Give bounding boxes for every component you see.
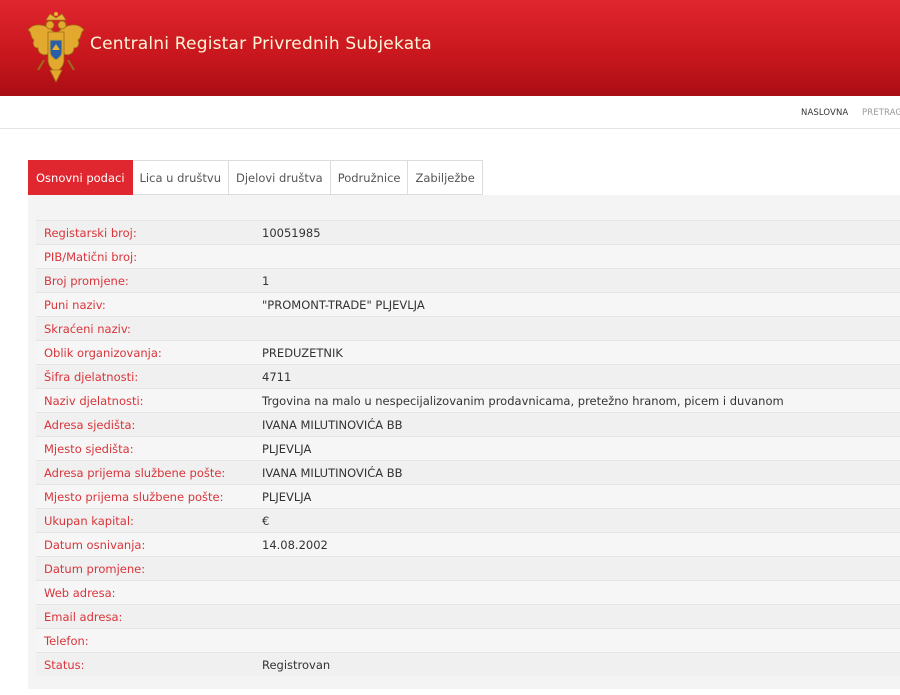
site-title[interactable]: Centralni Registar Privrednih Subjekata: [90, 34, 432, 54]
detail-label: Telefon:: [44, 633, 89, 648]
detail-row-puni-naziv: Puni naziv: "PROMONT-TRADE" PLJEVLJA: [36, 292, 900, 316]
tab-bar: Osnovni podaci Lica u društvu Djelovi dr…: [28, 160, 483, 195]
detail-value: PLJEVLJA: [262, 489, 312, 504]
detail-row-datum-promjene: Datum promjene:: [36, 556, 900, 580]
details-panel: Registarski broj: 10051985 PIB/Matični br…: [28, 195, 900, 689]
detail-label: Status:: [44, 657, 85, 672]
detail-row-pib: PIB/Matični broj:: [36, 244, 900, 268]
detail-row-mjesto-sjedista: Mjesto sjedišta: PLJEVLJA: [36, 436, 900, 460]
detail-row-adresa-sjedista: Adresa sjedišta: IVANA MILUTINOVIĆA BB: [36, 412, 900, 436]
detail-label: Šifra djelatnosti:: [44, 369, 139, 384]
detail-value: €: [262, 513, 270, 528]
detail-row-skraceni-naziv: Skraćeni naziv:: [36, 316, 900, 340]
detail-row-adresa-poste: Adresa prijema službene pošte: IVANA MILU…: [36, 460, 900, 484]
detail-row-telefon: Telefon:: [36, 628, 900, 652]
detail-value: IVANA MILUTINOVIĆA BB: [262, 417, 403, 432]
site-header: Centralni Registar Privrednih Subjekata: [0, 0, 900, 96]
detail-value: Registrovan: [262, 657, 331, 672]
detail-value: PREDUZETNIK: [262, 345, 343, 360]
montenegro-coat-of-arms-icon[interactable]: [24, 10, 88, 86]
detail-label: Broj promjene:: [44, 273, 129, 288]
detail-value: PLJEVLJA: [262, 441, 312, 456]
detail-row-status: Status: Registrovan: [36, 652, 900, 676]
detail-row-broj-promjene: Broj promjene: 1: [36, 268, 900, 292]
detail-value: 4711: [262, 369, 292, 384]
detail-value: 10051985: [262, 225, 321, 240]
detail-row-mjesto-poste: Mjesto prijema službene pošte: PLJEVLJA: [36, 484, 900, 508]
detail-label: Email adresa:: [44, 609, 123, 624]
details-table: Registarski broj: 10051985 PIB/Matični br…: [36, 220, 900, 676]
detail-value: "PROMONT-TRADE" PLJEVLJA: [262, 297, 425, 312]
top-navigation: NASLOVNA PRETRAG: [0, 96, 900, 129]
detail-label: Datum osnivanja:: [44, 537, 146, 552]
detail-label: Mjesto prijema službene pošte:: [44, 489, 224, 504]
detail-label: Adresa prijema službene pošte:: [44, 465, 226, 480]
tab-podruznice[interactable]: Podružnice: [330, 160, 409, 195]
detail-row-sifra-djelatnosti: Šifra djelatnosti: 4711: [36, 364, 900, 388]
detail-row-web-adresa: Web adresa:: [36, 580, 900, 604]
detail-label: PIB/Matični broj:: [44, 249, 138, 264]
detail-value: Trgovina na malo u nespecijalizovanim pr…: [262, 393, 784, 408]
detail-label: Mjesto sjedišta:: [44, 441, 134, 456]
detail-label: Web adresa:: [44, 585, 116, 600]
detail-label: Registarski broj:: [44, 225, 137, 240]
detail-label: Adresa sjedišta:: [44, 417, 136, 432]
detail-row-naziv-djelatnosti: Naziv djelatnosti: Trgovina na malo u nes…: [36, 388, 900, 412]
detail-label: Oblik organizovanja:: [44, 345, 162, 360]
nav-search-link[interactable]: PRETRAG: [862, 108, 900, 118]
tab-zabiljezbe[interactable]: Zabilježbe: [408, 160, 483, 195]
detail-value: 1: [262, 273, 270, 288]
tab-lica-u-drustvu[interactable]: Lica u društvu: [132, 160, 229, 195]
detail-label: Datum promjene:: [44, 561, 146, 576]
detail-row-registarski-broj: Registarski broj: 10051985: [36, 220, 900, 244]
nav-home-link[interactable]: NASLOVNA: [801, 108, 848, 118]
detail-row-ukupan-kapital: Ukupan kapital: €: [36, 508, 900, 532]
tab-djelovi-drustva[interactable]: Djelovi društva: [229, 160, 331, 195]
detail-row-email-adresa: Email adresa:: [36, 604, 900, 628]
detail-value: 14.08.2002: [262, 537, 328, 552]
detail-label: Puni naziv:: [44, 297, 106, 312]
detail-label: Naziv djelatnosti:: [44, 393, 144, 408]
detail-label: Ukupan kapital:: [44, 513, 134, 528]
detail-label: Skraćeni naziv:: [44, 321, 131, 336]
detail-row-oblik-organizovanja: Oblik organizovanja: PREDUZETNIK: [36, 340, 900, 364]
detail-row-datum-osnivanja: Datum osnivanja: 14.08.2002: [36, 532, 900, 556]
detail-value: IVANA MILUTINOVIĆA BB: [262, 465, 403, 480]
tab-osnovni-podaci[interactable]: Osnovni podaci: [28, 160, 133, 195]
